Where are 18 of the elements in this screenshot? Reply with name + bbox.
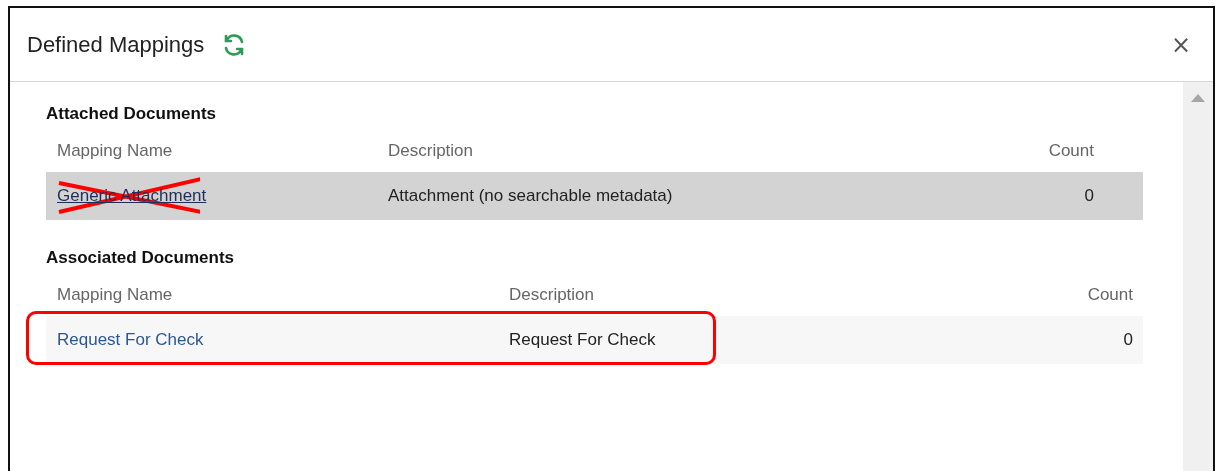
scroll-up-icon[interactable]	[1191, 94, 1205, 102]
section-title: Associated Documents	[46, 248, 235, 269]
column-header: Description	[388, 141, 475, 161]
table-cell: 0	[1123, 330, 1133, 350]
mapping-link[interactable]: Request For Check	[57, 330, 204, 349]
table-cell: 0	[1084, 186, 1094, 206]
close-button[interactable]: ×	[1166, 30, 1195, 59]
table-row[interactable]: Request For Check Request For Check 0	[46, 316, 1143, 364]
scrollbar[interactable]	[1183, 82, 1213, 471]
column-header: Description	[509, 285, 596, 305]
dialog-title: Defined Mappings	[27, 31, 205, 58]
table-cell-text: Request For Check	[509, 330, 657, 350]
column-header: Mapping Name	[57, 285, 174, 305]
section-title: Attached Documents	[46, 104, 218, 125]
table-cell-text: Attachment (no searchable metadata)	[388, 186, 674, 206]
column-header: Mapping Name	[57, 141, 174, 161]
column-header: Count	[1087, 285, 1133, 305]
column-header: Count	[1048, 141, 1094, 161]
